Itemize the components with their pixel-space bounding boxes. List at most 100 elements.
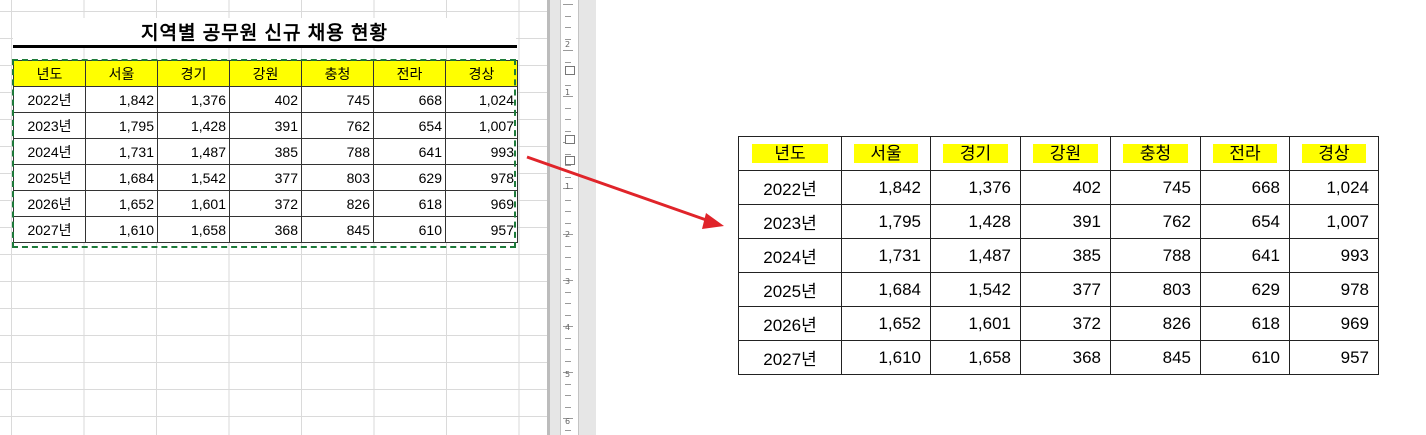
doc-header-cell[interactable]: 경기 [930, 136, 1021, 171]
doc-cell[interactable]: 1,024 [1289, 170, 1379, 205]
sheet-header-cell[interactable]: 전라 [373, 60, 446, 87]
sheet-cell[interactable]: 1,658 [157, 216, 230, 243]
doc-header-cell[interactable]: 년도 [738, 136, 842, 171]
doc-cell[interactable]: 610 [1200, 340, 1290, 375]
sheet-cell[interactable]: 641 [373, 138, 446, 165]
sheet-cell[interactable]: 1,652 [85, 190, 158, 217]
doc-cell[interactable]: 1,007 [1289, 204, 1379, 239]
doc-cell[interactable]: 2023년 [738, 204, 842, 239]
doc-cell[interactable]: 1,652 [841, 306, 931, 341]
sheet-cell[interactable]: 1,601 [157, 190, 230, 217]
doc-cell[interactable]: 993 [1289, 238, 1379, 273]
spreadsheet-table[interactable]: 년도 서울 경기 강원 충청 전라 경상 2022년 1,842 1,376 402 745 668 1… [13, 60, 518, 243]
sheet-cell[interactable]: 845 [301, 216, 374, 243]
sheet-cell[interactable]: 618 [373, 190, 446, 217]
sheet-cell[interactable]: 2023년 [13, 112, 86, 139]
doc-cell[interactable]: 391 [1020, 204, 1111, 239]
sheet-cell[interactable]: 1,795 [85, 112, 158, 139]
sheet-cell[interactable]: 762 [301, 112, 374, 139]
indent-marker[interactable] [565, 135, 575, 144]
doc-cell[interactable]: 1,376 [930, 170, 1021, 205]
doc-cell[interactable]: 1,610 [841, 340, 931, 375]
sheet-cell[interactable]: 978 [445, 164, 518, 191]
sheet-cell[interactable]: 629 [373, 164, 446, 191]
sheet-cell[interactable]: 1,007 [445, 112, 518, 139]
doc-cell[interactable]: 1,842 [841, 170, 931, 205]
sheet-cell[interactable]: 957 [445, 216, 518, 243]
sheet-cell[interactable]: 668 [373, 86, 446, 113]
sheet-cell[interactable]: 2024년 [13, 138, 86, 165]
sheet-cell[interactable]: 2025년 [13, 164, 86, 191]
sheet-cell[interactable]: 610 [373, 216, 446, 243]
doc-cell[interactable]: 654 [1200, 204, 1290, 239]
sheet-cell[interactable]: 377 [229, 164, 302, 191]
doc-cell[interactable]: 2024년 [738, 238, 842, 273]
sheet-cell[interactable]: 1,610 [85, 216, 158, 243]
sheet-cell[interactable]: 1,487 [157, 138, 230, 165]
sheet-cell[interactable]: 2027년 [13, 216, 86, 243]
sheet-cell[interactable]: 1,731 [85, 138, 158, 165]
sheet-cell[interactable]: 1,842 [85, 86, 158, 113]
doc-cell[interactable]: 1,731 [841, 238, 931, 273]
sheet-header-cell[interactable]: 충청 [301, 60, 374, 87]
doc-cell[interactable]: 377 [1020, 272, 1111, 307]
doc-cell[interactable]: 1,795 [841, 204, 931, 239]
doc-cell[interactable]: 1,487 [930, 238, 1021, 273]
doc-cell[interactable]: 2022년 [738, 170, 842, 205]
vertical-ruler[interactable]: 2 1 1 2 3 4 5 6 [560, 0, 579, 435]
sheet-cell[interactable]: 402 [229, 86, 302, 113]
sheet-cell[interactable]: 654 [373, 112, 446, 139]
sheet-cell[interactable]: 2026년 [13, 190, 86, 217]
sheet-cell[interactable]: 372 [229, 190, 302, 217]
doc-cell[interactable]: 641 [1200, 238, 1290, 273]
doc-cell[interactable]: 745 [1110, 170, 1201, 205]
doc-header-cell[interactable]: 경상 [1289, 136, 1379, 171]
sheet-header-cell[interactable]: 경기 [157, 60, 230, 87]
sheet-header-cell[interactable]: 년도 [13, 60, 86, 87]
doc-cell[interactable]: 2025년 [738, 272, 842, 307]
doc-cell[interactable]: 957 [1289, 340, 1379, 375]
sheet-header-cell[interactable]: 강원 [229, 60, 302, 87]
doc-cell[interactable]: 2026년 [738, 306, 842, 341]
sheet-cell[interactable]: 1,376 [157, 86, 230, 113]
sheet-cell[interactable]: 368 [229, 216, 302, 243]
doc-cell[interactable]: 969 [1289, 306, 1379, 341]
doc-cell[interactable]: 618 [1200, 306, 1290, 341]
doc-cell[interactable]: 1,428 [930, 204, 1021, 239]
sheet-header-cell[interactable]: 경상 [445, 60, 518, 87]
indent-marker[interactable] [565, 156, 575, 165]
doc-cell[interactable]: 978 [1289, 272, 1379, 307]
sheet-cell[interactable]: 745 [301, 86, 374, 113]
doc-cell[interactable]: 1,658 [930, 340, 1021, 375]
sheet-cell[interactable]: 993 [445, 138, 518, 165]
doc-cell[interactable]: 402 [1020, 170, 1111, 205]
sheet-cell[interactable]: 826 [301, 190, 374, 217]
sheet-header-cell[interactable]: 서울 [85, 60, 158, 87]
indent-marker[interactable] [565, 66, 575, 75]
doc-cell[interactable]: 1,601 [930, 306, 1021, 341]
sheet-cell[interactable]: 1,428 [157, 112, 230, 139]
sheet-cell[interactable]: 803 [301, 164, 374, 191]
doc-cell[interactable]: 2027년 [738, 340, 842, 375]
doc-cell[interactable]: 845 [1110, 340, 1201, 375]
doc-cell[interactable]: 788 [1110, 238, 1201, 273]
sheet-cell[interactable]: 1,024 [445, 86, 518, 113]
sheet-cell[interactable]: 1,684 [85, 164, 158, 191]
spreadsheet-pane[interactable]: 지역별 공무원 신규 채용 현황 년도 서울 경기 강원 충청 전라 경상 2022년 1,8… [0, 0, 547, 435]
doc-cell[interactable]: 372 [1020, 306, 1111, 341]
doc-cell[interactable]: 629 [1200, 272, 1290, 307]
sheet-cell[interactable]: 2022년 [13, 86, 86, 113]
doc-header-cell[interactable]: 강원 [1020, 136, 1111, 171]
doc-cell[interactable]: 826 [1110, 306, 1201, 341]
sheet-cell[interactable]: 788 [301, 138, 374, 165]
doc-header-cell[interactable]: 서울 [841, 136, 931, 171]
doc-cell[interactable]: 368 [1020, 340, 1111, 375]
sheet-cell[interactable]: 969 [445, 190, 518, 217]
doc-cell[interactable]: 385 [1020, 238, 1111, 273]
doc-header-cell[interactable]: 전라 [1200, 136, 1290, 171]
doc-header-cell[interactable]: 충청 [1110, 136, 1201, 171]
sheet-cell[interactable]: 1,542 [157, 164, 230, 191]
doc-cell[interactable]: 803 [1110, 272, 1201, 307]
pasted-table[interactable]: 년도 서울 경기 강원 충청 전라 경상 2022년 1,842 1,376 402 745 668 1,… [738, 136, 1379, 375]
doc-cell[interactable]: 1,684 [841, 272, 931, 307]
